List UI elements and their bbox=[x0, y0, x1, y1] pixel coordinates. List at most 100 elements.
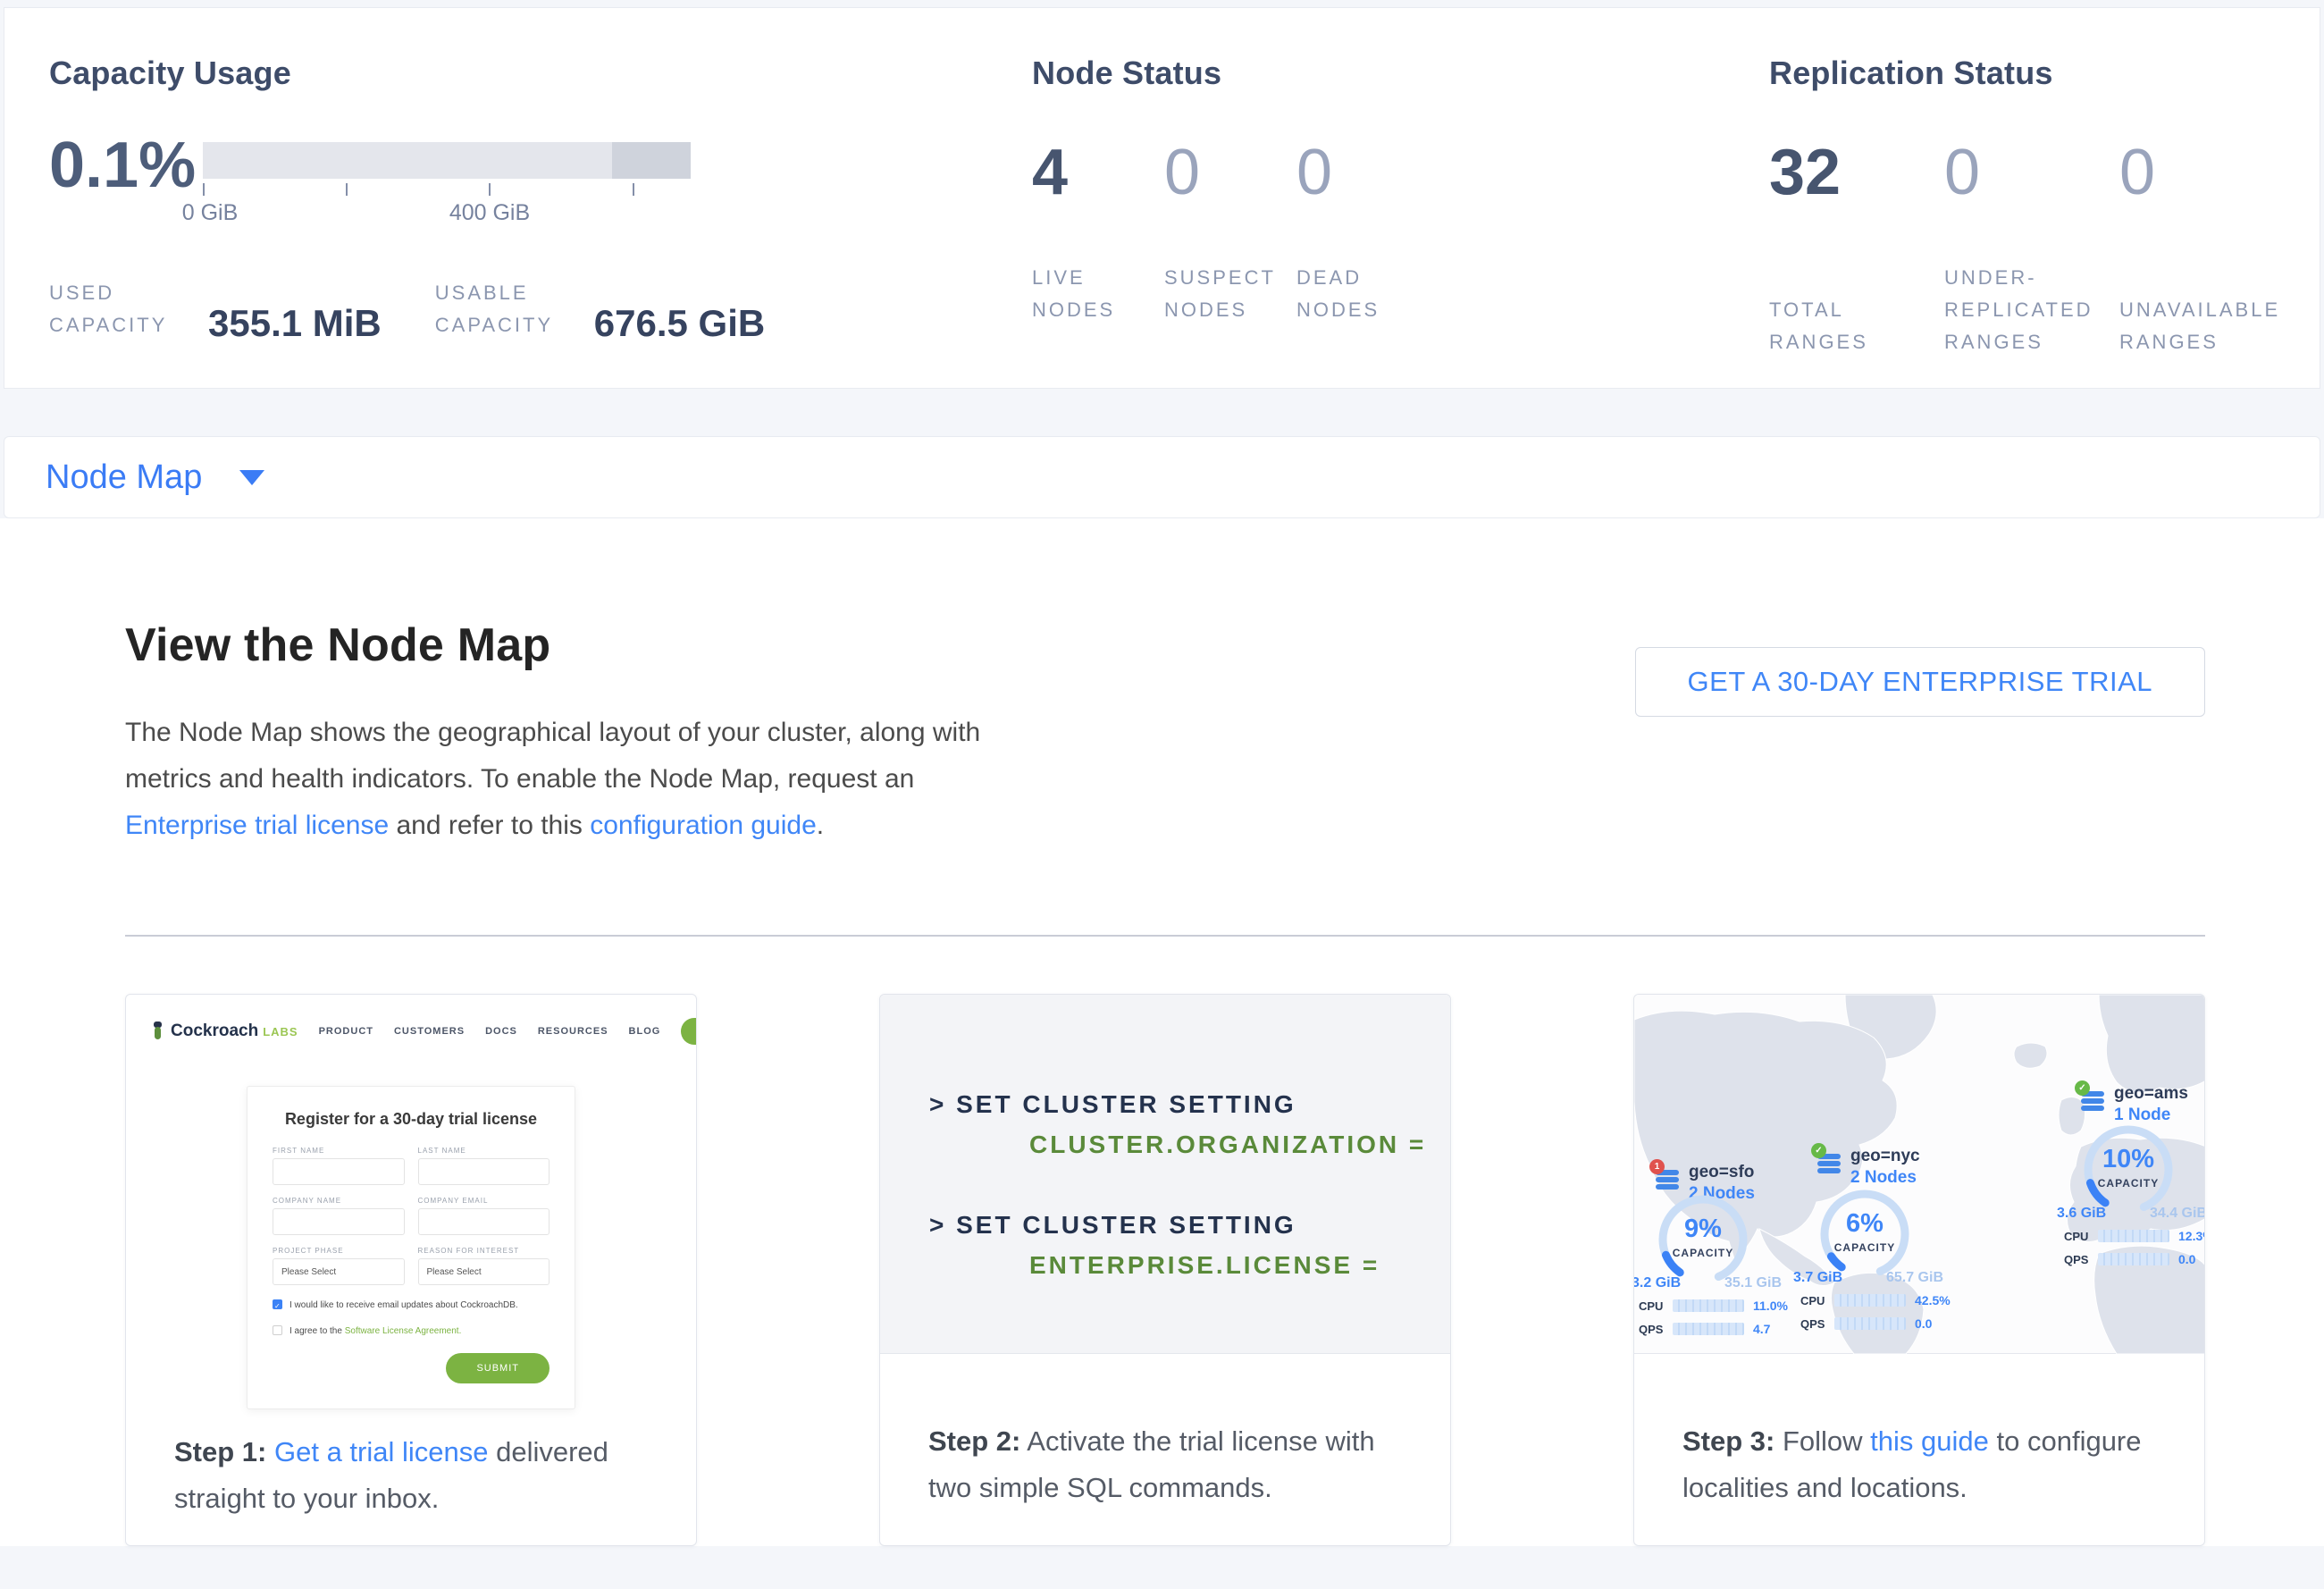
mini-nav-product: PRODUCT bbox=[319, 1026, 373, 1037]
page-title: View the Node Map bbox=[125, 518, 1001, 672]
capacity-total: 35.1 GiB bbox=[1724, 1275, 1782, 1291]
under-replicated-ranges-count: 0 bbox=[1944, 139, 2119, 206]
dead-nodes-label: DEAD NODES bbox=[1296, 262, 1404, 326]
usable-capacity-label: USABLE CAPACITY bbox=[435, 277, 594, 341]
section-divider bbox=[125, 935, 2205, 937]
capacity-usage-section: Capacity Usage 0.1% 0 GiB 400 GiB bbox=[49, 8, 1032, 388]
replication-status-section: Replication Status 32 0 0 TOTAL RANGES U… bbox=[1769, 8, 2320, 388]
warning-badge-icon: 1 bbox=[1649, 1159, 1665, 1174]
suspect-nodes-label: SUSPECT NODES bbox=[1164, 262, 1289, 326]
qps-label: QPS bbox=[1800, 1317, 1834, 1331]
mini-nav-docs: DOCS bbox=[485, 1026, 517, 1037]
ok-check-icon: ✓ bbox=[2075, 1080, 2090, 1096]
cpu-sparkline bbox=[1834, 1294, 1906, 1307]
company-name-label: COMPANY NAME bbox=[273, 1197, 405, 1205]
sql-prompt-2: > SET CLUSTER SETTING bbox=[929, 1205, 1450, 1245]
registration-screenshot: Cockroach LABS PRODUCT CUSTOMERS DOCS RE… bbox=[126, 995, 696, 1404]
agreement-text: I agree to the bbox=[289, 1326, 345, 1336]
live-nodes-label: LIVE NODES bbox=[1032, 262, 1139, 326]
locality-name: geo=nyc bbox=[1850, 1147, 1920, 1166]
map-node-sfo: 1 geo=sfo 2 Nodes 9% CAPACITY bbox=[1649, 1166, 1828, 1202]
mini-nav-customers: CUSTOMERS bbox=[394, 1026, 465, 1037]
qps-value: 0.0 bbox=[1915, 1316, 1932, 1331]
brand-name: Cockroach bbox=[171, 1022, 258, 1041]
get-trial-license-link[interactable]: Get a trial license bbox=[274, 1436, 489, 1467]
capacity-used: 3.6 GiB bbox=[2057, 1206, 2106, 1222]
capacity-percent: 10% bbox=[2079, 1145, 2177, 1174]
qps-value: 4.7 bbox=[1753, 1322, 1770, 1336]
node-status-title: Node Status bbox=[1032, 8, 1769, 92]
license-agreement-checkbox bbox=[273, 1325, 282, 1335]
step3-caption: Step 3: Follow this guide to configure l… bbox=[1634, 1354, 2204, 1511]
company-name-field bbox=[273, 1208, 405, 1235]
ok-check-icon: ✓ bbox=[1811, 1143, 1826, 1158]
get-enterprise-trial-button[interactable]: GET A 30-DAY ENTERPRISE TRIAL bbox=[1635, 647, 2205, 717]
cpu-sparkline bbox=[2098, 1230, 2169, 1242]
step2-label: Step 2: bbox=[928, 1425, 1020, 1457]
step1-card: Cockroach LABS PRODUCT CUSTOMERS DOCS RE… bbox=[125, 994, 697, 1546]
sql-commands-panel: > SET CLUSTER SETTING CLUSTER.ORGANIZATI… bbox=[880, 995, 1450, 1354]
nodemap-dropdown-label[interactable]: Node Map bbox=[46, 458, 202, 497]
capacity-percent: 0.1% bbox=[49, 137, 203, 194]
capacity-percent: 6% bbox=[1816, 1209, 1914, 1239]
cpu-value: 11.0% bbox=[1753, 1299, 1788, 1313]
first-name-field bbox=[273, 1158, 405, 1185]
cpu-label: CPU bbox=[2064, 1230, 2098, 1243]
reason-select: Please Select bbox=[418, 1258, 550, 1285]
chevron-down-icon[interactable] bbox=[239, 470, 264, 485]
step1-caption: Step 1: Get a trial license delivered st… bbox=[126, 1404, 696, 1522]
sql-setting-organization: CLUSTER.ORGANIZATION = bbox=[929, 1124, 1450, 1164]
email-updates-checkbox bbox=[273, 1299, 282, 1309]
brand-suffix: LABS bbox=[263, 1025, 298, 1038]
nodemap-view-dropdown[interactable]: Node Map bbox=[4, 436, 2320, 518]
usable-capacity-value: 676.5 GiB bbox=[594, 304, 765, 343]
mini-nav: PRODUCT CUSTOMERS DOCS RESOURCES BLOG DO… bbox=[298, 1018, 697, 1045]
map-node-nyc: ✓ geo=nyc 2 Nodes 6% CAPACITY bbox=[1811, 1150, 1990, 1186]
mini-nav-blog: BLOG bbox=[629, 1026, 661, 1037]
qps-sparkline bbox=[2098, 1253, 2169, 1265]
replication-status-title: Replication Status bbox=[1769, 8, 2320, 92]
capacity-label: CAPACITY bbox=[1654, 1247, 1752, 1259]
unavailable-ranges-count: 0 bbox=[2119, 139, 2295, 206]
intro-paragraph: The Node Map shows the geographical layo… bbox=[125, 710, 1001, 849]
step1-label: Step 1: bbox=[174, 1436, 266, 1467]
this-guide-link[interactable]: this guide bbox=[1870, 1425, 1989, 1457]
capacity-axis-ticks bbox=[203, 183, 691, 198]
step3-text: Follow bbox=[1774, 1425, 1870, 1457]
project-phase-select: Please Select bbox=[273, 1258, 405, 1285]
cpu-sparkline bbox=[1673, 1299, 1744, 1312]
locality-name: geo=sfo bbox=[1689, 1163, 1755, 1182]
used-capacity-label: USED CAPACITY bbox=[49, 277, 208, 341]
reason-label: REASON FOR INTEREST bbox=[418, 1247, 550, 1255]
configuration-guide-link[interactable]: configuration guide bbox=[590, 811, 817, 840]
qps-label: QPS bbox=[2064, 1253, 2098, 1266]
trial-license-form: Register for a 30-day trial license FIRS… bbox=[247, 1086, 575, 1409]
cpu-label: CPU bbox=[1800, 1294, 1834, 1307]
capacity-total: 34.4 GiB bbox=[2150, 1206, 2205, 1222]
cluster-summary-panel: Capacity Usage 0.1% 0 GiB 400 GiB bbox=[4, 7, 2320, 389]
first-name-label: FIRST NAME bbox=[273, 1147, 405, 1155]
email-updates-label: I would like to receive email updates ab… bbox=[289, 1299, 518, 1311]
last-name-label: LAST NAME bbox=[418, 1147, 550, 1155]
sql-setting-license: ENTERPRISE.LICENSE = bbox=[929, 1245, 1450, 1285]
company-email-label: COMPANY EMAIL bbox=[418, 1197, 550, 1205]
enterprise-trial-license-link[interactable]: Enterprise trial license bbox=[125, 811, 389, 840]
live-nodes-count: 4 bbox=[1032, 139, 1164, 206]
mini-nav-resources: RESOURCES bbox=[538, 1026, 608, 1037]
capacity-label: CAPACITY bbox=[2079, 1177, 2177, 1190]
form-title: Register for a 30-day trial license bbox=[273, 1110, 550, 1129]
qps-sparkline bbox=[1673, 1323, 1744, 1335]
capacity-total: 65.7 GiB bbox=[1886, 1270, 1943, 1286]
node-status-section: Node Status 4 0 0 LIVE NODES SUSPECT NOD… bbox=[1032, 8, 1769, 388]
capacity-bar bbox=[203, 142, 691, 179]
map-node-ams: ✓ geo=ams 1 Node 10% CAPACITY bbox=[2075, 1088, 2205, 1123]
capacity-label: CAPACITY bbox=[1816, 1241, 1914, 1254]
capacity-tick-0: 0 GiB bbox=[182, 200, 239, 226]
intro-text: and refer to this bbox=[389, 811, 590, 840]
sql-prompt-1: > SET CLUSTER SETTING bbox=[929, 1084, 1450, 1124]
node-map-preview: 1 geo=sfo 2 Nodes 9% CAPACITY bbox=[1634, 995, 2204, 1354]
cpu-label: CPU bbox=[1639, 1299, 1673, 1313]
under-replicated-ranges-label: UNDER-REPLICATED RANGES bbox=[1944, 262, 2114, 358]
dead-nodes-count: 0 bbox=[1296, 139, 1429, 206]
step1-text bbox=[266, 1436, 274, 1467]
